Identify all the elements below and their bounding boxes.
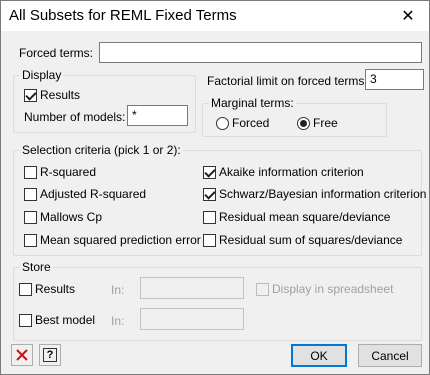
- factorial-limit-input[interactable]: 3: [365, 69, 424, 90]
- marginal-forced-radio[interactable]: Forced: [216, 116, 269, 130]
- help-icon: ?: [43, 348, 57, 362]
- store-results-in-input[interactable]: [140, 277, 244, 299]
- criterion-residual-sum-squares-label: Residual sum of squares/deviance: [219, 233, 403, 247]
- store-best-model-box: [19, 313, 32, 327]
- criterion-bic-label: Schwarz/Bayesian information criterion: [219, 187, 427, 201]
- forced-terms-label: Forced terms:: [19, 46, 94, 60]
- display-results-checkbox[interactable]: Results: [24, 88, 80, 102]
- display-results-box: [24, 88, 37, 102]
- criterion-residual-mean-square-checkbox[interactable]: Residual mean square/deviance: [203, 210, 390, 224]
- criterion-mallows-cp-label: Mallows Cp: [40, 210, 103, 224]
- store-results-label: Results: [35, 282, 76, 296]
- criterion-r-squared-label: R-squared: [40, 165, 97, 179]
- criterion-residual-mean-square-label: Residual mean square/deviance: [219, 210, 391, 224]
- forced-terms-input[interactable]: [99, 42, 422, 63]
- display-in-spreadsheet-box: [256, 282, 269, 296]
- display-in-spreadsheet-label: Display in spreadsheet: [272, 282, 394, 296]
- store-best-model-in-input[interactable]: [140, 308, 244, 330]
- marginal-forced-label: Forced: [232, 116, 270, 130]
- close-button[interactable]: ✕: [393, 4, 423, 28]
- marginal-free-radio[interactable]: Free: [297, 116, 338, 130]
- criterion-residual-mean-square-box: [203, 210, 216, 224]
- store-results-in-label: In:: [111, 283, 125, 297]
- ok-button[interactable]: OK: [291, 344, 347, 367]
- criterion-aic-label: Akaike information criterion: [219, 165, 364, 179]
- number-of-models-label: Number of models:: [24, 110, 126, 124]
- criterion-r-squared-box: [24, 165, 37, 179]
- criterion-mallows-cp-checkbox[interactable]: Mallows Cp: [24, 210, 102, 224]
- marginal-free-dot: [297, 116, 310, 130]
- factorial-limit-label: Factorial limit on forced terms:: [207, 74, 368, 88]
- criterion-residual-sum-squares-checkbox[interactable]: Residual sum of squares/deviance: [203, 233, 402, 247]
- store-best-model-label: Best model: [35, 313, 96, 327]
- display-in-spreadsheet-checkbox[interactable]: Display in spreadsheet: [256, 282, 393, 296]
- criterion-r-squared-checkbox[interactable]: R-squared: [24, 165, 96, 179]
- clear-icon: [16, 349, 28, 361]
- display-results-label: Results: [40, 88, 81, 102]
- selection-criteria-title: Selection criteria (pick 1 or 2):: [20, 143, 183, 157]
- criterion-adjusted-r-squared-box: [24, 187, 37, 201]
- close-icon: ✕: [401, 8, 415, 25]
- criterion-mallows-cp-box: [24, 210, 37, 224]
- criterion-aic-checkbox[interactable]: Akaike information criterion: [203, 165, 364, 179]
- criterion-residual-sum-squares-box: [203, 233, 216, 247]
- criterion-adjusted-r-squared-checkbox[interactable]: Adjusted R-squared: [24, 187, 146, 201]
- criterion-mspe-label: Mean squared prediction error: [40, 233, 201, 247]
- criterion-adjusted-r-squared-label: Adjusted R-squared: [40, 187, 147, 201]
- window-title: All Subsets for REML Fixed Terms: [9, 7, 237, 24]
- clear-button[interactable]: [11, 344, 33, 366]
- marginal-terms-title: Marginal terms:: [209, 96, 296, 110]
- help-button[interactable]: ?: [39, 344, 61, 366]
- dialog-window: All Subsets for REML Fixed Terms ✕ Force…: [0, 0, 430, 375]
- criterion-bic-checkbox[interactable]: Schwarz/Bayesian information criterion: [203, 187, 426, 201]
- cancel-button[interactable]: Cancel: [358, 344, 422, 367]
- store-group-title: Store: [20, 260, 53, 274]
- store-results-box: [19, 282, 32, 296]
- criterion-bic-box: [203, 187, 216, 201]
- store-best-model-in-label: In:: [111, 314, 125, 328]
- marginal-free-label: Free: [313, 116, 338, 130]
- store-best-model-checkbox[interactable]: Best model: [19, 313, 95, 327]
- store-results-checkbox[interactable]: Results: [19, 282, 75, 296]
- criterion-mspe-box: [24, 233, 37, 247]
- criterion-mspe-checkbox[interactable]: Mean squared prediction error: [24, 233, 201, 247]
- criterion-aic-box: [203, 165, 216, 179]
- number-of-models-input[interactable]: *: [127, 105, 188, 126]
- marginal-forced-dot: [216, 116, 229, 130]
- display-group-title: Display: [20, 68, 64, 82]
- title-bar: All Subsets for REML Fixed Terms ✕: [1, 1, 429, 31]
